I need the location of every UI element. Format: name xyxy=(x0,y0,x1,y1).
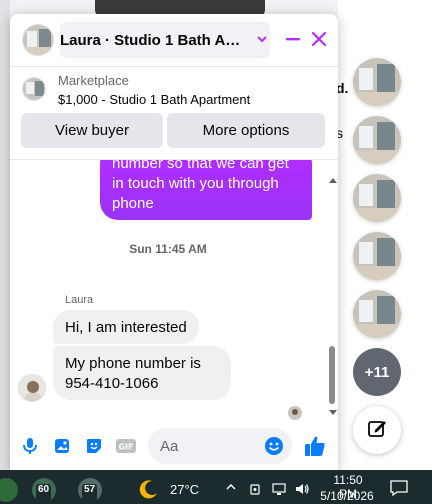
close-icon[interactable] xyxy=(308,28,330,50)
chat-head[interactable] xyxy=(353,116,401,164)
weather-moon-icon[interactable] xyxy=(138,478,160,500)
emoji-icon[interactable] xyxy=(264,436,284,456)
listing-title[interactable]: $1,000 - Studio 1 Bath Apartment xyxy=(58,92,250,107)
tray-chevron-icon[interactable] xyxy=(224,480,238,494)
header-avatar[interactable] xyxy=(22,24,54,56)
outgoing-message[interactable]: number so that we can get in touch with … xyxy=(100,160,312,220)
like-icon[interactable] xyxy=(303,434,327,458)
more-options-button[interactable]: More options xyxy=(167,113,325,148)
chat-head[interactable] xyxy=(353,174,401,222)
message-input[interactable] xyxy=(148,428,260,464)
seen-avatar xyxy=(288,406,302,420)
view-buyer-button[interactable]: View buyer xyxy=(21,113,163,148)
composer: GIF xyxy=(10,422,338,470)
photo-icon[interactable] xyxy=(52,436,72,456)
chat-head[interactable] xyxy=(353,232,401,280)
sticker-icon[interactable] xyxy=(84,436,104,456)
chat-head[interactable] xyxy=(353,290,401,338)
taskbar-badge: 57 xyxy=(82,484,98,504)
gif-icon[interactable]: GIF xyxy=(116,436,136,456)
chat-header: Laura · Studio 1 Bath Apart… xyxy=(10,14,338,66)
header-title-button[interactable]: Laura · Studio 1 Bath Apart… xyxy=(60,22,270,58)
volume-icon[interactable] xyxy=(294,481,310,497)
message-scrollbar[interactable] xyxy=(326,160,338,422)
chat-window: Laura · Studio 1 Bath Apart… Marketplace… xyxy=(10,14,338,470)
listing-source: Marketplace xyxy=(58,73,129,88)
mic-icon[interactable] xyxy=(20,436,40,456)
time-separator: Sun 11:45 AM xyxy=(129,242,207,256)
weather-temperature[interactable]: 27°C xyxy=(170,482,199,497)
svg-text:GIF: GIF xyxy=(118,443,133,452)
network-icon[interactable] xyxy=(271,481,287,497)
taskbar-app[interactable] xyxy=(0,478,18,502)
more-chat-heads[interactable]: +11 xyxy=(353,348,401,396)
dropdown-chevron-icon[interactable] xyxy=(256,32,268,44)
sender-avatar[interactable] xyxy=(18,374,46,402)
incoming-message[interactable]: My phone number is 954-410-1066 xyxy=(53,346,231,400)
message-input-wrapper xyxy=(148,428,292,464)
header-title: Laura · Studio 1 Bath Apart… xyxy=(60,31,248,49)
new-message-button[interactable] xyxy=(353,406,401,454)
background-left-strip xyxy=(0,0,10,470)
clock-date[interactable]: 5/10/2026 xyxy=(318,489,376,503)
meet-now-icon[interactable] xyxy=(248,481,264,497)
notification-icon[interactable] xyxy=(390,480,408,497)
more-heads-count: +11 xyxy=(364,363,390,381)
listing-thumbnail xyxy=(22,77,46,101)
minimize-icon[interactable] xyxy=(282,28,304,50)
taskbar-badge: 60 xyxy=(36,484,52,504)
message-list: number so that we can get in touch with … xyxy=(10,160,326,422)
incoming-message[interactable]: Hi, I am interested xyxy=(53,310,199,344)
compose-icon xyxy=(367,418,387,443)
scroll-up-arrow[interactable] xyxy=(329,178,337,183)
sender-name: Laura xyxy=(65,294,94,306)
scroll-thumb[interactable] xyxy=(329,346,335,404)
listing-card: Marketplace $1,000 - Studio 1 Bath Apart… xyxy=(10,67,338,159)
scroll-down-arrow[interactable] xyxy=(329,410,337,415)
chat-head[interactable] xyxy=(353,58,401,106)
